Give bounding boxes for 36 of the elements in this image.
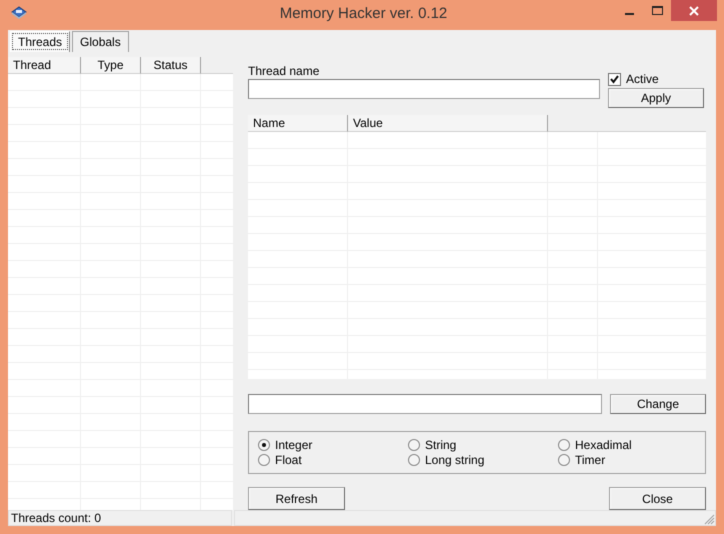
maximize-icon (652, 6, 662, 16)
column-header[interactable]: Type (81, 57, 141, 74)
close-button[interactable] (671, 0, 717, 21)
type-radio[interactable]: Float (258, 453, 302, 468)
radio-circle[interactable] (408, 454, 420, 466)
tab[interactable]: Threads (10, 31, 70, 52)
radio-circle[interactable] (558, 454, 570, 466)
apply-button[interactable]: Apply (608, 88, 704, 108)
type-radio[interactable]: Hexadimal (558, 438, 632, 452)
value-field[interactable] (248, 394, 602, 414)
radio-circle[interactable] (258, 439, 270, 452)
type-radio[interactable]: Long string (408, 453, 484, 468)
radio-circle[interactable] (558, 439, 570, 452)
thread-name-field[interactable] (248, 79, 600, 99)
status-text: Threads count: 0 (8, 510, 232, 526)
type-radio[interactable]: Timer (558, 453, 606, 468)
close-dialog-button[interactable]: Close (609, 487, 706, 510)
column-header[interactable]: Thread (8, 57, 81, 74)
resize-grip-icon (704, 514, 715, 525)
type-radio[interactable]: String (408, 438, 456, 452)
close-icon (689, 6, 699, 16)
thread-name-label: Thread name (248, 64, 320, 78)
radio-circle[interactable] (408, 439, 420, 452)
window-title: Memory Hacker ver. 0.12 (280, 4, 448, 22)
tab[interactable]: Globals (72, 31, 129, 52)
column-header[interactable]: Value (348, 115, 548, 132)
active-checkbox[interactable] (608, 72, 621, 86)
column-header[interactable]: Name (248, 115, 348, 132)
change-button[interactable]: Change (610, 394, 706, 414)
app-icon (10, 4, 28, 20)
active-label: Active (626, 72, 659, 86)
minimize-icon (624, 13, 634, 15)
type-radio[interactable]: Integer (258, 438, 312, 452)
column-header[interactable]: Status (141, 57, 201, 74)
refresh-button[interactable]: Refresh (248, 487, 345, 510)
radio-circle[interactable] (258, 454, 270, 466)
